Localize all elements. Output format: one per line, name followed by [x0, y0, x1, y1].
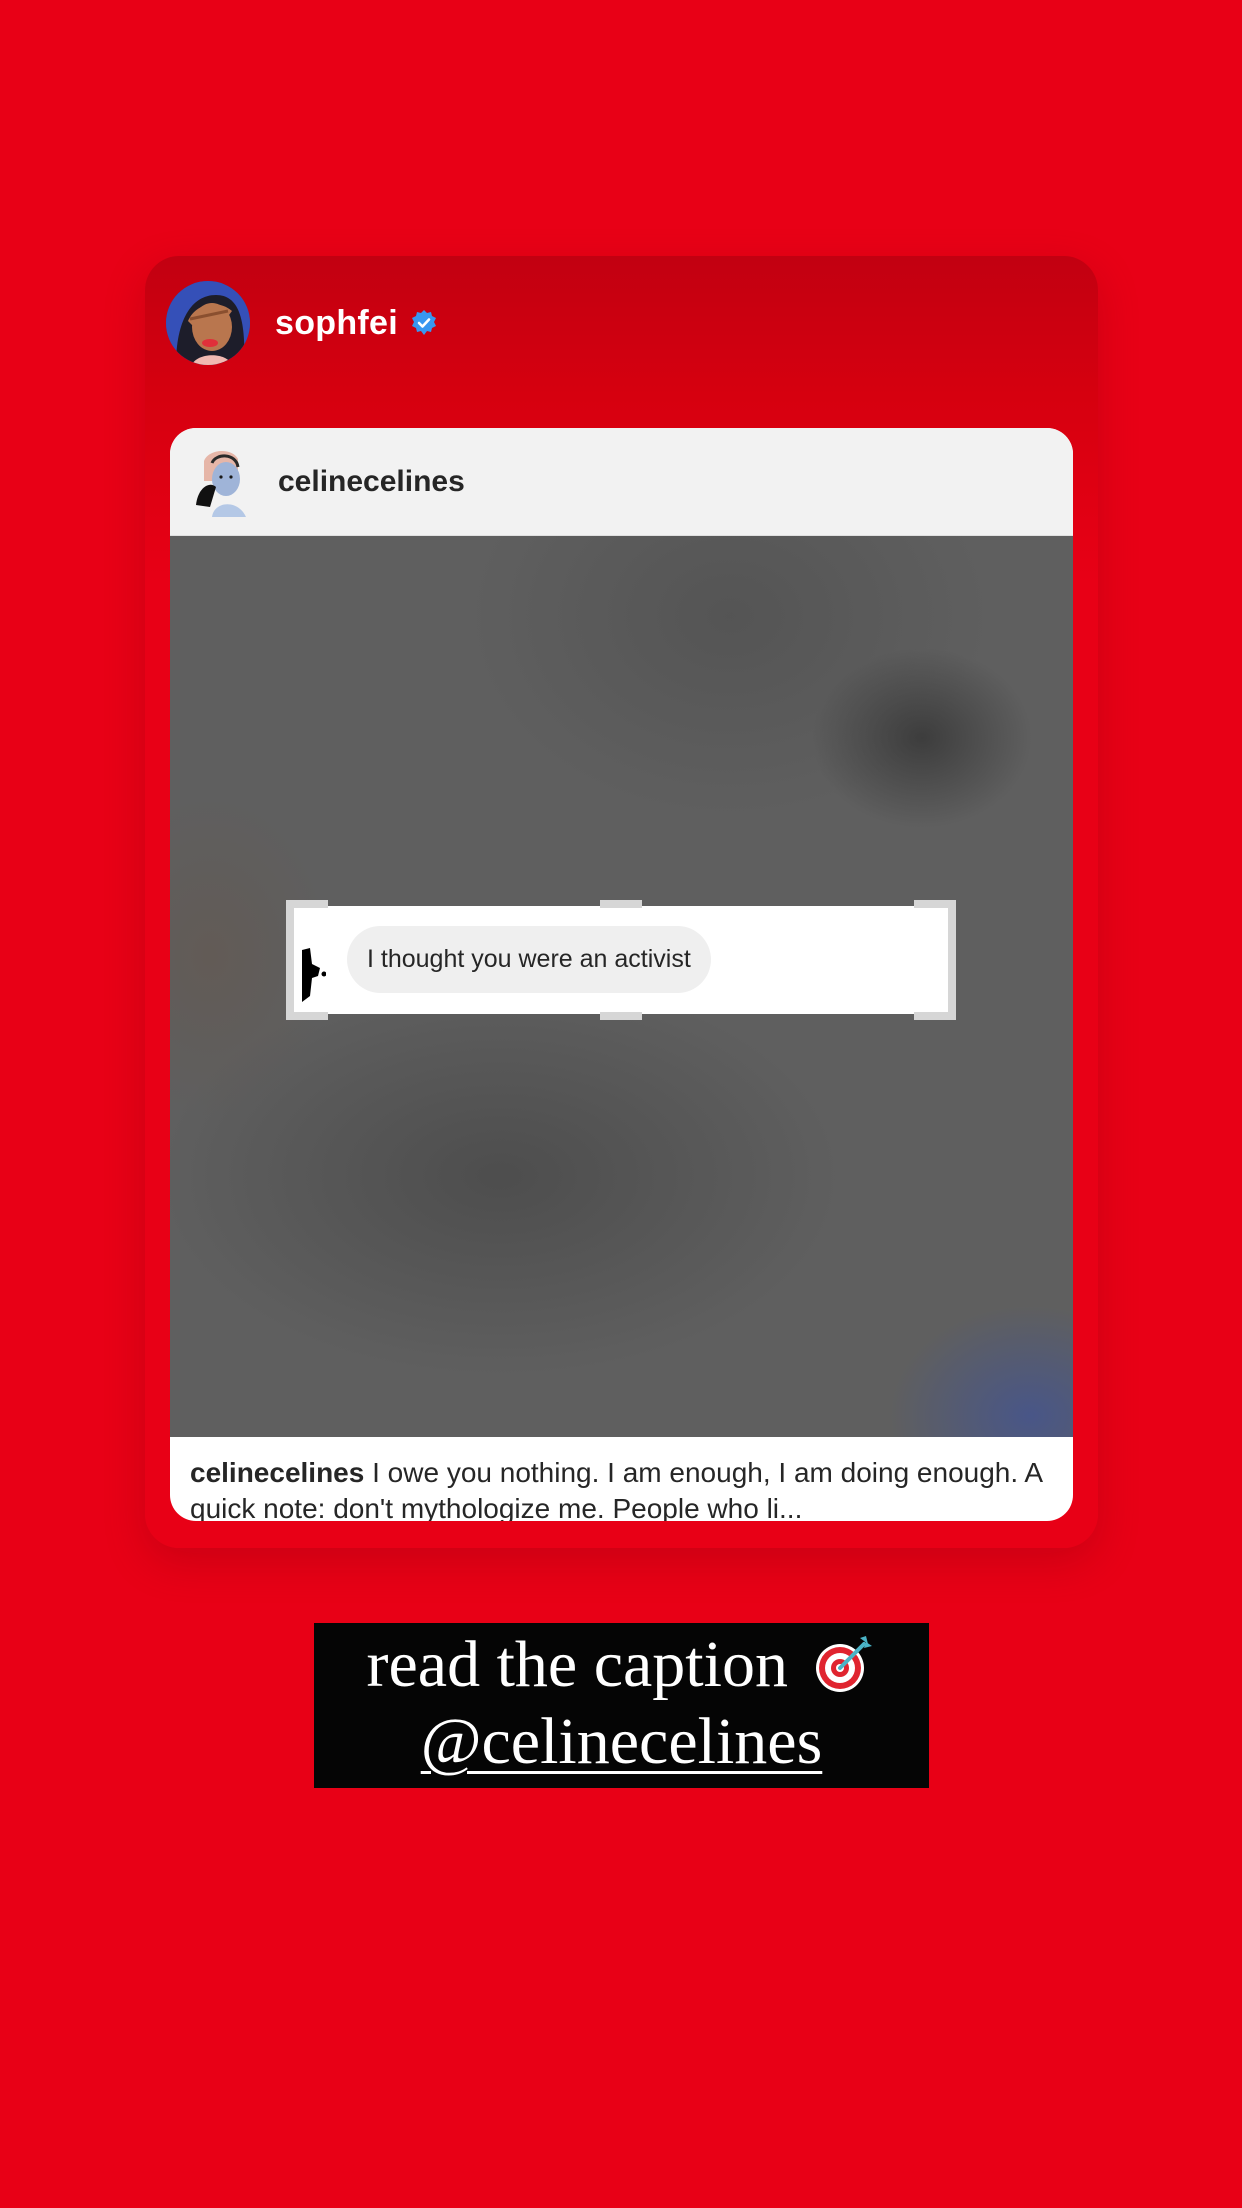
message-bubble: I thought you were an activist	[347, 926, 711, 993]
crop-corner-handle	[286, 1012, 328, 1020]
message-screenshot: I thought you were an activist	[286, 900, 956, 1020]
verified-badge-icon	[412, 310, 436, 335]
shared-post[interactable]: celinecelines I thought you were an acti…	[170, 428, 1073, 1521]
sticker-line-1: read the caption	[314, 1625, 929, 1705]
illustrated-avatar-icon	[166, 281, 250, 365]
author-username[interactable]: sophfei	[275, 304, 398, 343]
author-avatar[interactable]	[166, 281, 250, 365]
post-media-image[interactable]: I thought you were an activist	[170, 536, 1073, 1437]
post-header[interactable]: celinecelines	[170, 428, 1073, 536]
story-author-row[interactable]: sophfei	[166, 280, 438, 366]
post-author-username[interactable]: celinecelines	[278, 465, 465, 499]
crop-edge-handle	[948, 900, 956, 1020]
caption-username[interactable]: celinecelines	[190, 1457, 364, 1488]
crop-edge-handle	[286, 900, 294, 1020]
post-author-avatar[interactable]	[192, 447, 252, 517]
sticker-text: read the caption	[366, 1628, 788, 1701]
target-dart-icon	[816, 1636, 873, 1692]
sticker-line-2: @celinecelines	[314, 1702, 929, 1782]
story-post-card[interactable]: sophfei celinecelines I thought you were…	[145, 256, 1098, 1548]
caption-sticker[interactable]: read the caption @celinecelines	[314, 1623, 929, 1788]
redacted-avatar-icon	[302, 948, 326, 1002]
crop-corner-handle	[914, 1012, 956, 1020]
crop-edge-handle	[600, 1012, 642, 1020]
crop-edge-handle	[600, 900, 642, 908]
post-caption[interactable]: celinecelines I owe you nothing. I am en…	[170, 1437, 1073, 1521]
mention-link[interactable]: @celinecelines	[421, 1705, 823, 1778]
illustrated-avatar-icon	[196, 450, 246, 517]
